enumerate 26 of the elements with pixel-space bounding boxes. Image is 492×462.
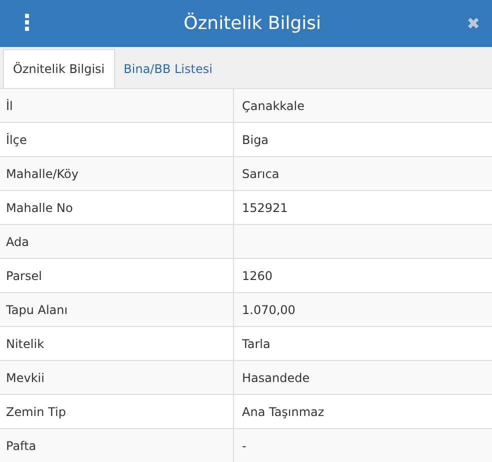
table-cell: - — [233, 429, 492, 462]
table-cell: Hasandede — [233, 361, 492, 394]
table-cell: 1.070,00 — [233, 293, 492, 326]
table-cell: Çanakkale — [233, 89, 492, 122]
table-cell: 152921 — [233, 191, 492, 224]
table-cell-text: Pafta — [5, 438, 38, 454]
menu-button[interactable]: ⋮ — [12, 11, 42, 36]
table-cell-text: Tapu Alanı — [5, 302, 69, 318]
table-cell: 1260 — [233, 259, 492, 292]
tab[interactable]: Bina/BB Listesi — [114, 49, 222, 88]
table-cell-text: Mevkii — [5, 370, 46, 386]
table-cell-text: İl — [5, 98, 14, 114]
table-cell-text: Zemin Tip — [5, 404, 67, 420]
table-cell-text: Ada — [5, 234, 30, 250]
table-cell: Biga — [233, 123, 492, 156]
table-cell: Sarıca — [233, 157, 492, 190]
table-cell: Ana Taşınmaz — [233, 395, 492, 428]
table-cell-text: Parsel — [5, 268, 43, 284]
table-cell-text: Mahalle/Köy — [5, 166, 80, 182]
table-cell-text: İlçe — [5, 132, 28, 148]
table-cell: Tarla — [233, 327, 492, 360]
tab[interactable]: Öznitelik Bilgisi — [3, 49, 115, 88]
table-cell-text: Mahalle No — [5, 200, 74, 216]
window-title: Öznitelik Bilgisi — [184, 13, 322, 34]
table-cell-text: Nitelik — [5, 336, 46, 352]
close-button[interactable]: ✖ — [462, 14, 484, 33]
